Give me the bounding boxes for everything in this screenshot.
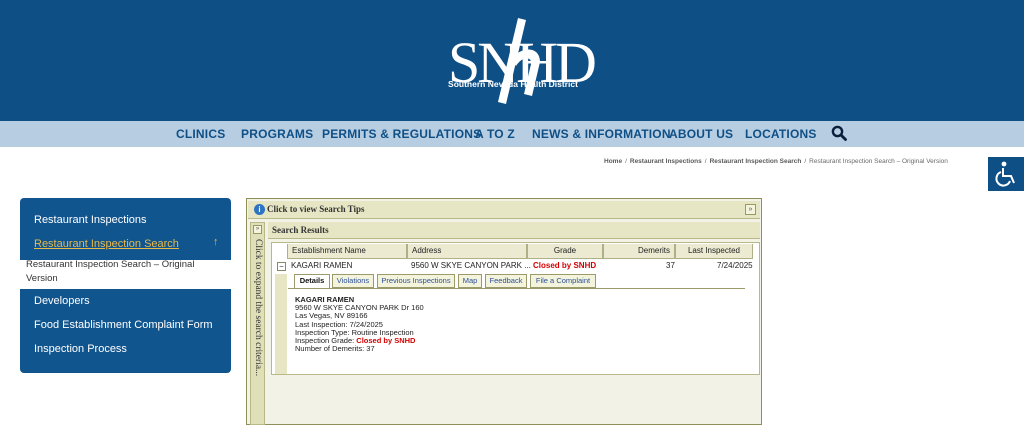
detail-demerits: Number of Demerits: 37 [295,344,375,354]
sidebar-item-developers[interactable]: Developers [34,295,90,307]
row-establishment-name[interactable]: KAGARI RAMEN [291,261,352,270]
logo-tagline: Southern Nevada Health District [448,79,578,89]
site-header: SNHD Southern Nevada Health District [0,0,1024,121]
column-header-address[interactable]: Address [407,244,527,259]
nav-a-to-z[interactable]: A TO Z [475,127,515,141]
column-header-grade[interactable]: Grade [527,244,603,259]
column-header-last-inspected[interactable]: Last Inspected [675,244,753,259]
arrow-up-icon: ↑ [213,236,219,248]
breadcrumb-restaurant-inspections[interactable]: Restaurant Inspections [630,158,702,165]
collapse-tips-button[interactable]: » [745,204,756,215]
sidebar-item-restaurant-inspection-search[interactable]: Restaurant Inspection Search [34,238,179,250]
search-tips-link[interactable]: Click to view Search Tips [267,204,365,214]
expand-search-criteria-label[interactable]: Click to expand the search criteria... [251,239,264,376]
sidebar-top [20,198,231,260]
info-icon: i [254,204,265,215]
wheelchair-icon [995,161,1015,187]
sidebar-item-original-version[interactable]: Restaurant Inspection Search – Original … [26,258,226,286]
breadcrumb-current: Restaurant Inspection Search – Original … [809,158,948,165]
collapse-row-icon[interactable]: − [277,262,286,271]
sidebar-item-restaurant-inspections[interactable]: Restaurant Inspections [34,214,147,226]
nav-permits-regulations[interactable]: PERMITS & REGULATIONS [322,127,481,141]
sidebar-item-inspection-process[interactable]: Inspection Process [34,343,127,355]
nav-about-us[interactable]: ABOUT US [669,127,733,141]
nav-clinics[interactable]: CLINICS [176,127,225,141]
accessibility-button[interactable] [988,157,1024,191]
nav-news-information[interactable]: NEWS & INFORMATION [532,127,671,141]
tab-feedback[interactable]: Feedback [485,274,527,288]
details-panel: KAGARI RAMEN 9560 W SKYE CANYON PARK Dr … [295,295,424,354]
breadcrumb: Home / Restaurant Inspections / Restaurant I… [604,158,948,165]
breadcrumb-restaurant-inspection-search[interactable]: Restaurant Inspection Search [710,158,802,165]
search-icon[interactable] [831,125,847,141]
search-criteria-strip[interactable]: » Click to expand the search criteria... [250,222,265,425]
column-header-establishment[interactable]: Establishment Name [287,244,407,259]
search-results-bar [268,222,760,239]
row-address: 9560 W SKYE CANYON PARK ... [411,261,531,270]
tab-violations[interactable]: Violations [332,274,374,288]
row-demerits: 37 [666,261,675,270]
search-results-title: Search Results [272,225,329,235]
snhd-logo[interactable]: SNHD Southern Nevada Health District [440,14,597,106]
detail-indent-strip [275,274,287,374]
column-header-demerits[interactable]: Demerits [603,244,675,259]
nav-locations[interactable]: LOCATIONS [745,127,817,141]
tab-baseline [288,288,745,289]
tab-map[interactable]: Map [458,274,482,288]
row-last-inspected: 7/24/2025 [717,261,753,270]
sidebar-item-complaint-form[interactable]: Food Establishment Complaint Form [34,319,213,331]
tab-file-a-complaint[interactable]: File a Complaint [530,274,596,288]
expand-double-arrow-icon[interactable]: » [253,225,262,234]
tab-previous-inspections[interactable]: Previous Inspections [377,274,455,288]
tab-details[interactable]: Details [294,274,330,289]
row-grade: Closed by SNHD [533,261,597,270]
main-nav: CLINICS PROGRAMS PERMITS & REGULATIONS A… [0,121,1024,147]
breadcrumb-home[interactable]: Home [604,158,622,165]
nav-programs[interactable]: PROGRAMS [241,127,313,141]
